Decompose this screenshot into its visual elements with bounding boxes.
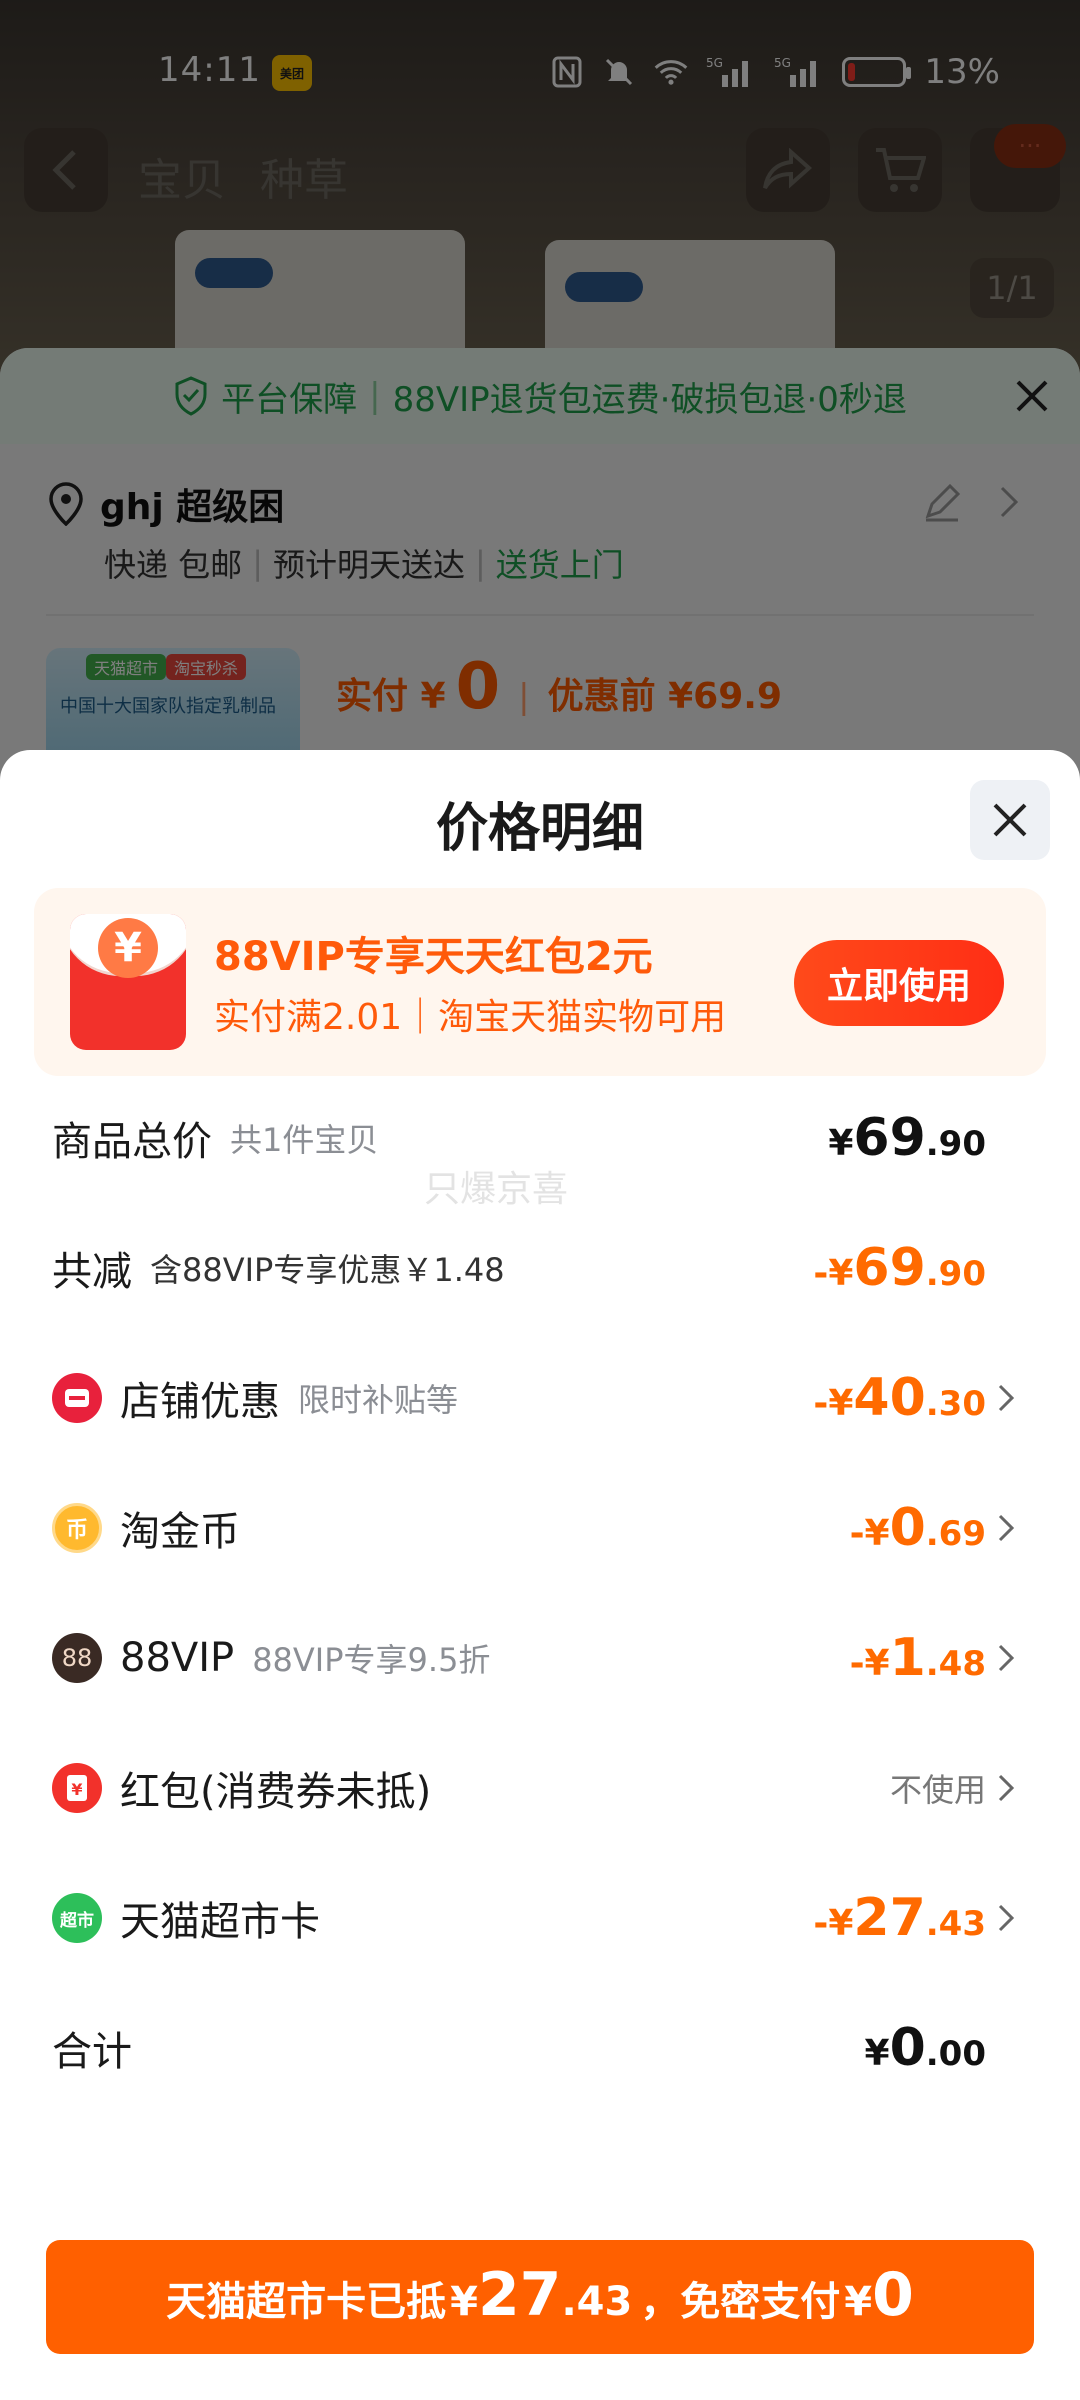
shop-discount-note: 限时补贴等 [298, 1381, 459, 1419]
chevron-right-icon [992, 1768, 1020, 1808]
shop-discount-row[interactable]: 店铺优惠 限时补贴等 -¥ 40.30 [0, 1358, 1080, 1438]
use-now-button[interactable]: 立即使用 [794, 940, 1004, 1026]
grand-total-amount: ¥0.00 [864, 2018, 986, 2078]
total-discount-amount: -¥ 69.90 [813, 1238, 986, 1298]
tmall-card-label: 天猫超市卡 [120, 1899, 320, 1945]
tmall-supermarket-icon: 超市 [52, 1893, 102, 1943]
total-price-label: 商品总价 [52, 1119, 212, 1165]
chevron-right-icon [992, 1898, 1020, 1938]
shop-discount-amount: -¥ 40.30 [813, 1368, 986, 1428]
modal-title: 价格明细 [435, 799, 644, 859]
promo-title: 88VIP专享天天红包2元 [214, 934, 653, 980]
modal-close-button[interactable] [970, 780, 1050, 860]
redpacket-row[interactable]: ¥ 红包(消费券未抵) 不使用 [0, 1748, 1080, 1828]
price-detail-modal: 价格明细 ¥ 88VIP专享天天红包2元 实付满2.01｜淘宝天猫实物可用 立即… [0, 750, 1080, 2400]
watermark-text: 只爆京喜 [424, 1169, 569, 1210]
coin-icon: 币 [52, 1503, 102, 1553]
chevron-right-icon [992, 1638, 1020, 1678]
taojinbi-amount: -¥ 0.69 [849, 1498, 986, 1558]
total-price-amount: ¥69.90 [828, 1108, 986, 1168]
chevron-right-icon [992, 1508, 1020, 1548]
close-icon [993, 803, 1027, 837]
shop-icon [52, 1373, 102, 1423]
chevron-right-icon [992, 1378, 1020, 1418]
tmall-card-amount: -¥ 27.43 [813, 1888, 986, 1948]
tmall-card-row[interactable]: 超市 天猫超市卡 -¥ 27.43 [0, 1878, 1080, 1958]
item-count: 共1件宝贝 [230, 1121, 379, 1159]
red-envelope-icon: ¥ [70, 914, 186, 1050]
grand-total-row: 合计 ¥0.00 [0, 2008, 1080, 2088]
red-envelope-icon: ¥ [52, 1763, 102, 1813]
vip-discount-row[interactable]: 88 88VIP 88VIP专享9.5折 -¥ 1.48 [0, 1618, 1080, 1698]
taojinbi-row[interactable]: 币 淘金币 -¥ 0.69 [0, 1488, 1080, 1568]
shop-discount-label: 店铺优惠 [120, 1379, 280, 1425]
taojinbi-label: 淘金币 [120, 1509, 240, 1555]
promo-subtitle: 实付满2.01｜淘宝天猫实物可用 [214, 997, 727, 1038]
vip-discount-note: 含88VIP专享优惠￥1.48 [150, 1251, 505, 1289]
grand-total-label: 合计 [52, 2029, 132, 2075]
vip-88-icon: 88 [52, 1633, 102, 1683]
confirm-pay-button[interactable]: 天猫超市卡已抵 ¥ 27 .43 ，免密支付 ¥ 0 [46, 2240, 1034, 2354]
redpacket-value: 不使用 [889, 1771, 986, 1809]
vip-redpacket-banner: ¥ 88VIP专享天天红包2元 实付满2.01｜淘宝天猫实物可用 立即使用 [34, 888, 1046, 1076]
vip-note: 88VIP专享9.5折 [252, 1641, 491, 1679]
svg-text:¥: ¥ [71, 1780, 82, 1799]
redpacket-label: 红包(消费券未抵) [120, 1769, 432, 1815]
total-discount-label: 共减 [52, 1249, 132, 1295]
vip-label: 88VIP [120, 1635, 235, 1681]
vip-discount-amount: -¥ 1.48 [849, 1628, 986, 1688]
total-discount-row: 共减 含88VIP专享优惠￥1.48 -¥ 69.90 [0, 1228, 1080, 1308]
